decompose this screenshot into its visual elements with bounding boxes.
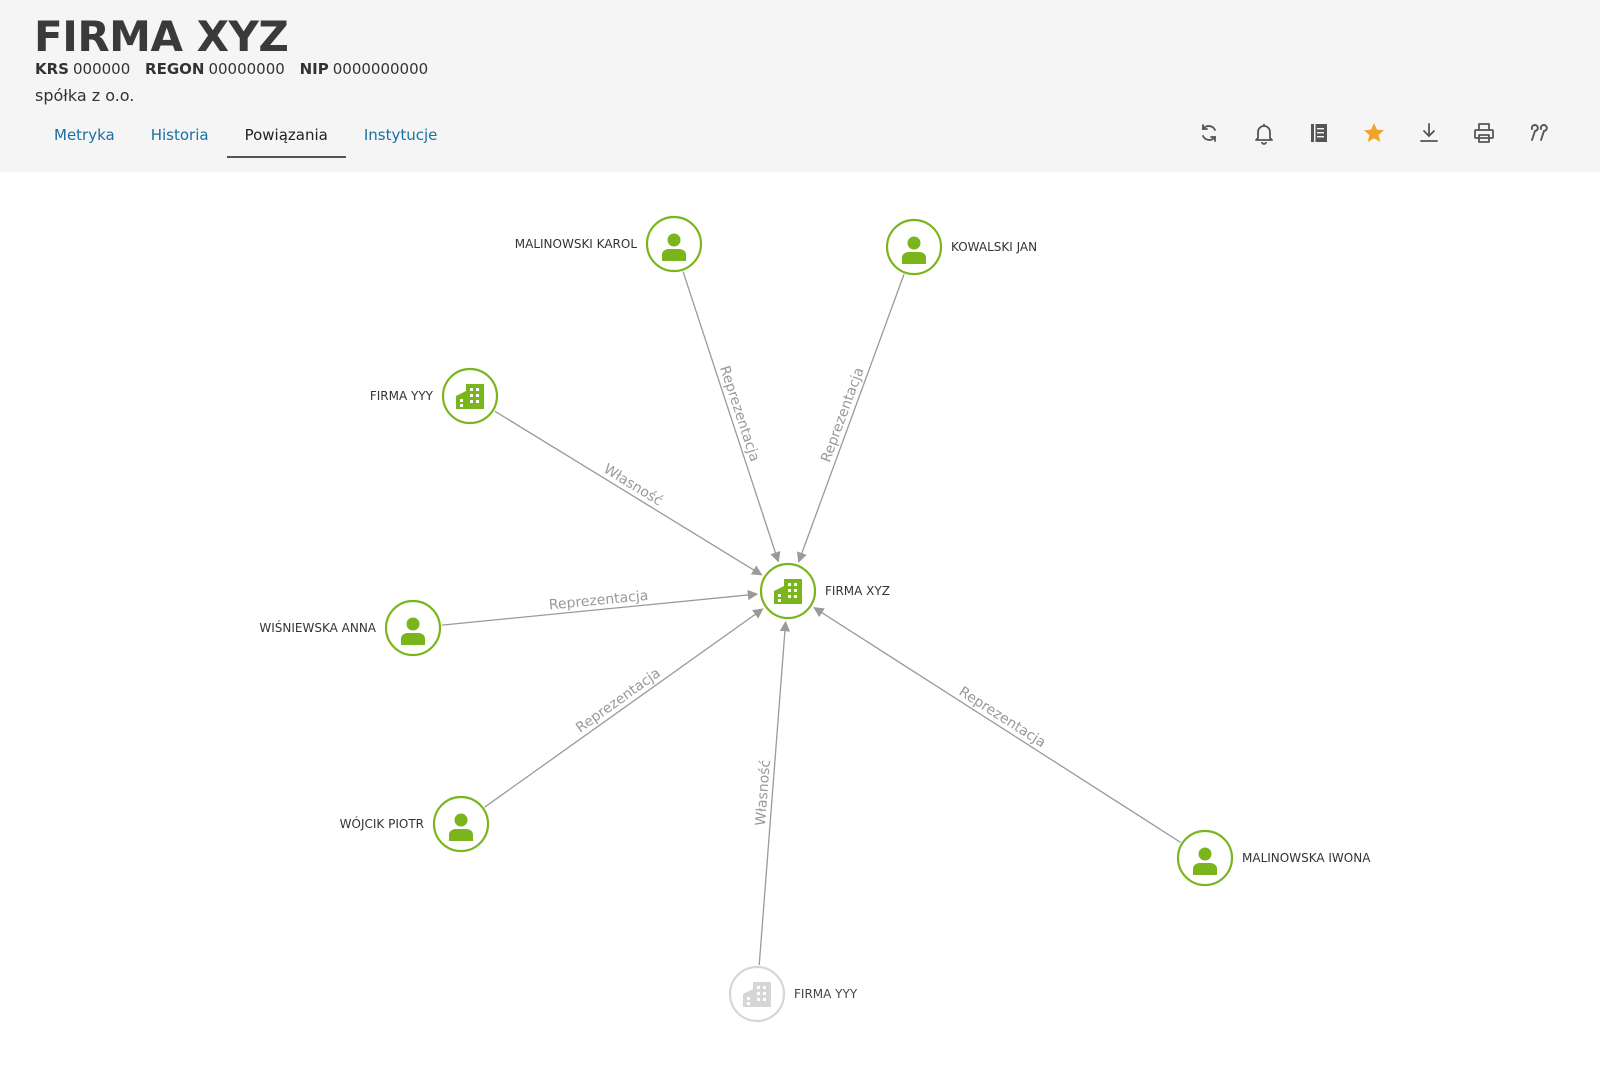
nip-label: NIP bbox=[299, 60, 329, 78]
graph-node-center[interactable]: FIRMA XYZ bbox=[759, 562, 890, 620]
bell-icon bbox=[1254, 124, 1273, 145]
nodes-layer: MALINOWSKI KAROL KOWALSKI JAN FIRMA YYY WIŚ… bbox=[259, 215, 1371, 1023]
krs-value: 000000 bbox=[72, 60, 131, 78]
refresh-button[interactable] bbox=[1181, 116, 1236, 150]
node-label: WÓJCIK PIOTR bbox=[340, 816, 424, 831]
graph-node[interactable]: FIRMA YYY bbox=[728, 965, 858, 1023]
relation-edge[interactable] bbox=[682, 271, 781, 563]
cite-button[interactable] bbox=[1511, 116, 1566, 150]
relation-edge[interactable] bbox=[484, 608, 764, 808]
notifications-button[interactable] bbox=[1236, 116, 1291, 150]
toolbar bbox=[1181, 116, 1566, 150]
page-title: FIRMA XYZ bbox=[34, 12, 289, 61]
edge-label: Reprezentacja bbox=[716, 364, 762, 464]
edge-label: Reprezentacja bbox=[818, 365, 867, 464]
company-identifiers: KRS 000000 REGON 00000000 NIP 0000000000 bbox=[35, 60, 438, 78]
notebook-icon bbox=[1310, 124, 1327, 142]
tab-instytucje[interactable]: Instytucje bbox=[346, 114, 456, 158]
favorite-button[interactable] bbox=[1346, 116, 1401, 150]
graph-node[interactable]: WÓJCIK PIOTR bbox=[340, 795, 490, 853]
node-label: MALINOWSKI KAROL bbox=[515, 237, 638, 251]
graph-node[interactable]: MALINOWSKA IWONA bbox=[1176, 829, 1371, 887]
graph-node[interactable]: KOWALSKI JAN bbox=[885, 218, 1037, 276]
tab-bar: Metryka Historia Powiązania Instytucje bbox=[36, 114, 455, 158]
krs-label: KRS bbox=[35, 60, 69, 78]
refresh-icon bbox=[1201, 124, 1216, 142]
node-label: MALINOWSKA IWONA bbox=[1242, 851, 1371, 865]
tab-powiazania[interactable]: Powiązania bbox=[226, 114, 346, 158]
graph-node[interactable]: WIŚNIEWSKA ANNA bbox=[259, 599, 442, 657]
edge-label: Reprezentacja bbox=[956, 684, 1049, 751]
node-label: WIŚNIEWSKA ANNA bbox=[259, 620, 376, 635]
relations-graph[interactable]: Reprezentacja Reprezentacja Własność Reprez… bbox=[0, 172, 1600, 1067]
print-button[interactable] bbox=[1456, 116, 1511, 150]
print-icon bbox=[1473, 123, 1494, 143]
node-label: FIRMA YYY bbox=[370, 389, 434, 403]
graph-node[interactable]: FIRMA YYY bbox=[370, 367, 499, 425]
quote-icon bbox=[1530, 124, 1548, 141]
nip-value: 0000000000 bbox=[332, 60, 429, 78]
relations-graph-canvas: Reprezentacja Reprezentacja Własność Reprez… bbox=[259, 215, 1371, 1023]
company-header: FIRMA XYZ KRS 000000 REGON 00000000 NIP 000… bbox=[0, 0, 1600, 172]
relation-edge[interactable] bbox=[494, 410, 763, 576]
download-icon bbox=[1419, 123, 1438, 142]
edges-layer: Reprezentacja Reprezentacja Własność Reprez… bbox=[441, 271, 1181, 966]
download-button[interactable] bbox=[1401, 116, 1456, 150]
node-label: FIRMA XYZ bbox=[825, 584, 890, 598]
edge-label: Własność bbox=[600, 461, 665, 509]
graph-node[interactable]: MALINOWSKI KAROL bbox=[515, 215, 703, 273]
tab-historia[interactable]: Historia bbox=[133, 114, 227, 158]
star-icon bbox=[1363, 123, 1384, 142]
edge-label: Reprezentacja bbox=[573, 665, 664, 736]
node-label: KOWALSKI JAN bbox=[951, 240, 1037, 254]
regon-value: 00000000 bbox=[208, 60, 285, 78]
legal-form: spółka z o.o. bbox=[35, 86, 135, 105]
regon-label: REGON bbox=[145, 60, 205, 78]
tab-metryka[interactable]: Metryka bbox=[36, 114, 133, 158]
node-label: FIRMA YYY bbox=[794, 987, 858, 1001]
notebook-button[interactable] bbox=[1291, 116, 1346, 150]
relation-edge[interactable] bbox=[796, 274, 905, 563]
relation-edge[interactable] bbox=[813, 607, 1181, 843]
